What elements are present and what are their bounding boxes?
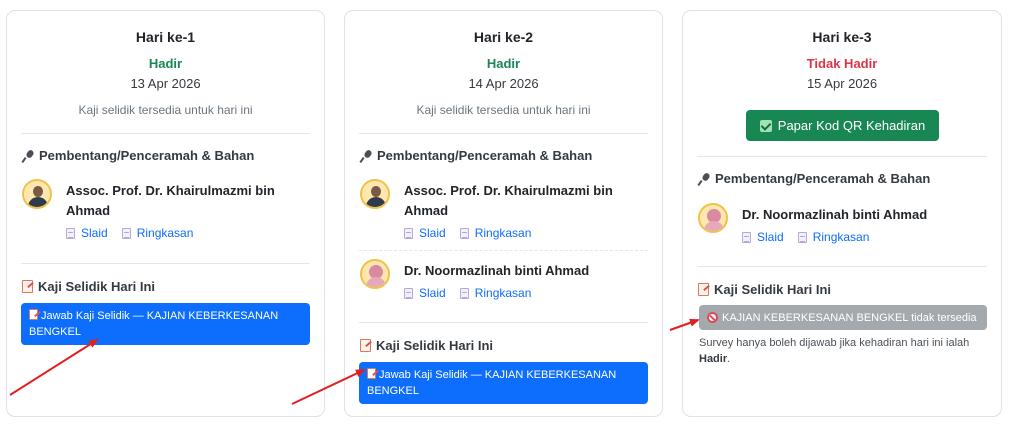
- avatar: [360, 179, 390, 209]
- document-icon: [459, 227, 469, 239]
- show-attendance-qr-label: Papar Kod QR Kehadiran: [777, 118, 926, 133]
- survey-available-note: Kaji selidik tersedia untuk hari ini: [78, 103, 253, 117]
- survey-heading-label: Kaji Selidik Hari Ini: [376, 338, 494, 353]
- day-card-2: Hari ke-2 Hadir 14 Apr 2026 Kaji selidik…: [344, 10, 663, 417]
- day-title: Hari ke-1: [135, 29, 196, 45]
- summary-link[interactable]: Ringkasan: [459, 226, 531, 240]
- attendance-status: Hadir: [486, 56, 521, 71]
- summary-link[interactable]: Ringkasan: [459, 286, 531, 300]
- survey-available-note: Kaji selidik tersedia untuk hari ini: [416, 103, 591, 117]
- slides-link[interactable]: Slaid: [404, 226, 446, 240]
- document-icon: [66, 227, 75, 239]
- summary-link[interactable]: Ringkasan: [121, 226, 193, 240]
- survey-form-icon: [360, 339, 371, 352]
- divider: [21, 133, 310, 134]
- divider: [697, 266, 987, 267]
- survey-unavailable-label: KAJIAN KEBERKESANAN BENGKEL tidak tersed…: [722, 311, 977, 324]
- speaker-name: Dr. Noormazlinah binti Ahmad: [404, 263, 590, 278]
- day-date: 14 Apr 2026: [468, 76, 539, 91]
- answer-survey-label: Jawab Kaji Selidik — KAJIAN KEBERKESANAN…: [29, 310, 279, 338]
- day-date: 13 Apr 2026: [130, 76, 201, 91]
- survey-heading: Kaji Selidik Hari Ini: [698, 282, 831, 297]
- document-icon: [742, 231, 751, 243]
- divider: [21, 263, 310, 264]
- speaker-item: Dr. Noormazlinah binti Ahmad Slaid Ringk…: [360, 259, 652, 305]
- survey-form-icon: [367, 368, 376, 379]
- avatar: [360, 259, 390, 289]
- attendance-status: Hadir: [148, 56, 183, 71]
- speakers-heading-label: Pembentang/Penceramah & Bahan: [39, 148, 255, 163]
- speaker-item: Assoc. Prof. Dr. Khairulmazmi bin Ahmad …: [22, 179, 314, 243]
- survey-form-icon: [22, 280, 33, 293]
- speakers-heading: Pembentang/Penceramah & Bahan: [698, 171, 930, 186]
- divider: [359, 322, 648, 323]
- summary-link[interactable]: Ringkasan: [797, 230, 869, 244]
- microphone-icon: [360, 150, 372, 162]
- survey-form-icon: [698, 283, 709, 296]
- slides-link[interactable]: Slaid: [742, 230, 784, 244]
- day-card-3: Hari ke-3 Tidak Hadir 15 Apr 2026 Papar …: [682, 10, 1002, 417]
- document-icon: [404, 227, 413, 239]
- document-icon: [404, 287, 413, 299]
- day-date: 15 Apr 2026: [806, 76, 878, 91]
- document-icon: [121, 227, 131, 239]
- avatar: [698, 203, 728, 233]
- day-card-1: Hari ke-1 Hadir 13 Apr 2026 Kaji selidik…: [6, 10, 325, 417]
- survey-heading-label: Kaji Selidik Hari Ini: [714, 282, 832, 297]
- slides-link[interactable]: Slaid: [404, 286, 446, 300]
- speakers-heading: Pembentang/Penceramah & Bahan: [22, 148, 254, 163]
- check-icon: [759, 119, 772, 132]
- survey-heading: Kaji Selidik Hari Ini: [360, 338, 493, 353]
- survey-heading: Kaji Selidik Hari Ini: [22, 279, 155, 294]
- microphone-icon: [22, 150, 34, 162]
- document-icon: [459, 287, 469, 299]
- speaker-name: Assoc. Prof. Dr. Khairulmazmi bin Ahmad: [66, 183, 275, 218]
- divider: [697, 156, 987, 157]
- avatar: [22, 179, 52, 209]
- speaker-name: Dr. Noormazlinah binti Ahmad: [742, 207, 928, 222]
- survey-heading-label: Kaji Selidik Hari Ini: [38, 279, 156, 294]
- day-title: Hari ke-2: [473, 29, 534, 45]
- survey-hint: Survey hanya boleh dijawab jika kehadira…: [699, 337, 970, 365]
- speaker-item: Assoc. Prof. Dr. Khairulmazmi bin Ahmad …: [360, 179, 652, 243]
- day-title: Hari ke-3: [812, 29, 872, 45]
- microphone-icon: [698, 173, 710, 185]
- speaker-item: Dr. Noormazlinah binti Ahmad Slaid Ringk…: [698, 203, 991, 249]
- survey-unavailable-button: KAJIAN KEBERKESANAN BENGKEL tidak tersed…: [699, 305, 987, 330]
- answer-survey-button[interactable]: Jawab Kaji Selidik — KAJIAN KEBERKESANAN…: [21, 303, 310, 345]
- speaker-name: Assoc. Prof. Dr. Khairulmazmi bin Ahmad: [404, 183, 613, 218]
- speakers-heading-label: Pembentang/Penceramah & Bahan: [715, 171, 931, 186]
- attendance-status: Tidak Hadir: [806, 56, 878, 71]
- answer-survey-label: Jawab Kaji Selidik — KAJIAN KEBERKESANAN…: [367, 369, 617, 397]
- speakers-heading: Pembentang/Penceramah & Bahan: [360, 148, 592, 163]
- answer-survey-button[interactable]: Jawab Kaji Selidik — KAJIAN KEBERKESANAN…: [359, 362, 648, 404]
- hint-status: Hadir: [699, 353, 728, 365]
- show-attendance-qr-button[interactable]: Papar Kod QR Kehadiran: [746, 110, 939, 141]
- slides-link[interactable]: Slaid: [66, 226, 108, 240]
- survey-form-icon: [29, 309, 38, 320]
- divider: [359, 250, 648, 251]
- prohibited-icon: [707, 312, 718, 323]
- speakers-heading-label: Pembentang/Penceramah & Bahan: [377, 148, 593, 163]
- divider: [359, 133, 648, 134]
- document-icon: [797, 231, 807, 243]
